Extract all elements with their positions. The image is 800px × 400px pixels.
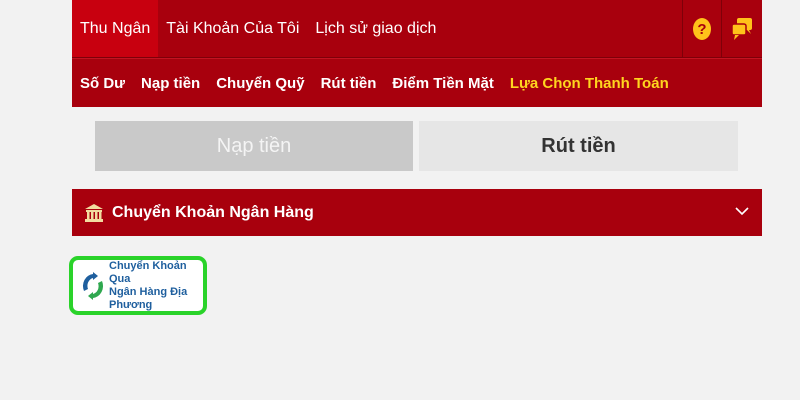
sub-navigation: Số Dư Nạp tiền Chuyển Quỹ Rút tiền Điểm … (72, 58, 762, 107)
option-label-line2: Ngân Hàng Địa Phương (109, 285, 188, 311)
chevron-down-icon[interactable] (734, 203, 750, 219)
subnav-balance[interactable]: Số Dư (72, 75, 133, 92)
help-icon: ? (693, 17, 711, 40)
bank-transfer-title: Chuyển Khoản Ngân Hàng (112, 203, 314, 221)
local-bank-transfer-option[interactable]: Chuyển Khoản Qua Ngân Hàng Địa Phương (69, 256, 207, 315)
subnav-deposit[interactable]: Nạp tiền (133, 75, 208, 92)
tab-transaction-history[interactable]: Lịch sử giao dịch (307, 0, 444, 57)
bank-icon (84, 203, 104, 223)
svg-text:?: ? (697, 21, 706, 38)
cashier-panel: Thu Ngân Tài Khoản Của Tôi Lịch sử giao … (72, 0, 762, 236)
tab-my-account[interactable]: Tài Khoản Của Tôi (158, 0, 307, 57)
help-button[interactable]: ? (682, 0, 721, 57)
transfer-arrows-icon (81, 271, 105, 301)
top-navigation: Thu Ngân Tài Khoản Của Tôi Lịch sử giao … (72, 0, 762, 58)
bank-transfer-accordion[interactable]: Chuyển Khoản Ngân Hàng (72, 189, 762, 236)
deposit-withdraw-switcher: Nạp tiền Rút tiền (72, 107, 762, 189)
subnav-transfer-funds[interactable]: Chuyển Quỹ (208, 75, 312, 92)
chat-icon (731, 17, 752, 40)
option-label-line1: Chuyển Khoản Qua (109, 259, 187, 285)
top-icons: ? (682, 0, 762, 57)
subnav-cash-points[interactable]: Điểm Tiền Mặt (384, 75, 501, 92)
deposit-toggle-button[interactable]: Nạp tiền (95, 121, 413, 171)
tab-cashier[interactable]: Thu Ngân (72, 0, 159, 57)
chat-button[interactable] (721, 0, 762, 57)
subnav-withdraw[interactable]: Rút tiền (313, 75, 385, 92)
option-label: Chuyển Khoản Qua Ngân Hàng Địa Phương (109, 260, 203, 312)
withdraw-toggle-button[interactable]: Rút tiền (419, 121, 738, 171)
subnav-payment-options[interactable]: Lựa Chọn Thanh Toán (502, 75, 677, 92)
